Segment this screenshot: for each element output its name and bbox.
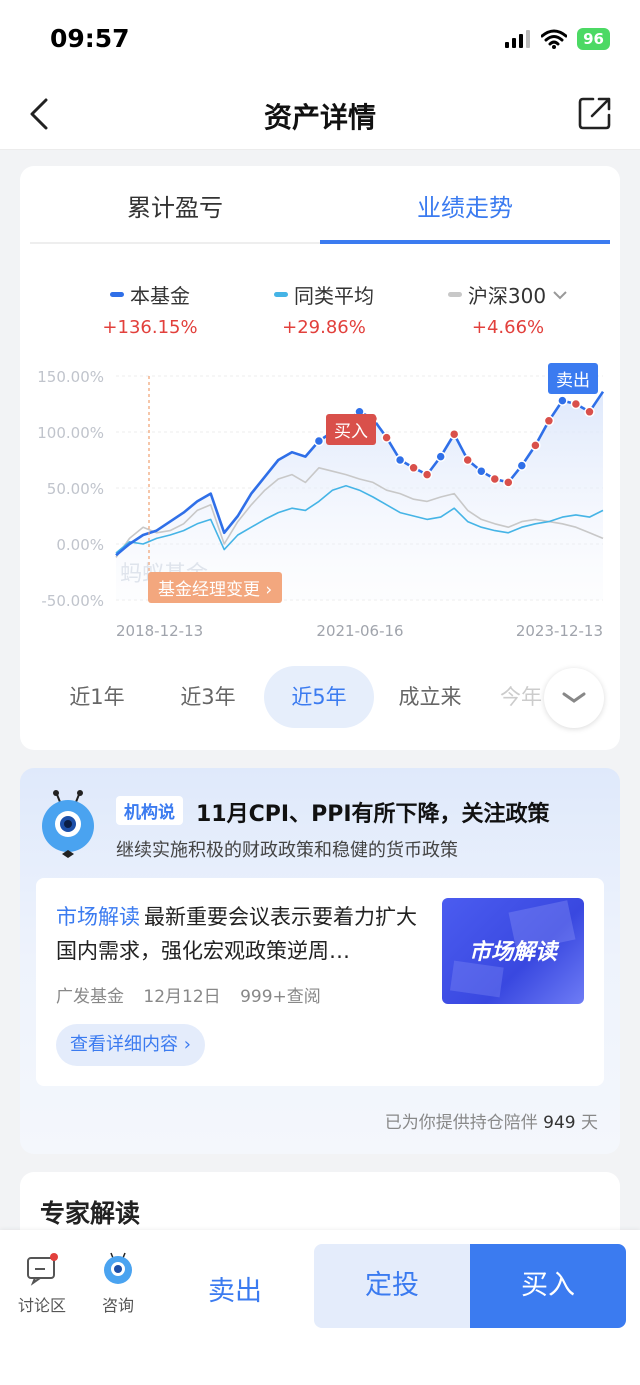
companion-days: 949 bbox=[543, 1113, 576, 1133]
consult-button[interactable]: 咨询 bbox=[88, 1252, 148, 1316]
holding-companion-text: 已为你提供持仓陪伴 949 天 bbox=[385, 1108, 598, 1133]
battery-indicator: 96 bbox=[577, 28, 610, 50]
buy-marker bbox=[408, 462, 419, 474]
article-views: 999+查阅 bbox=[240, 987, 321, 1007]
period-1y[interactable]: 近1年 bbox=[42, 666, 152, 728]
sell-marker bbox=[516, 460, 528, 471]
y-tick-label: 150.00% bbox=[37, 368, 104, 386]
buy-marker bbox=[421, 469, 433, 480]
legend-value: +29.86% bbox=[282, 317, 366, 338]
legend-value: +136.15% bbox=[102, 317, 198, 338]
status-time: 09:57 bbox=[50, 24, 130, 53]
chevron-down-icon bbox=[553, 290, 567, 299]
performance-card: 累计盈亏 业绩走势 本基金 +136.15% 同类平均 +29.86% 沪深30… bbox=[20, 166, 620, 750]
news-headline[interactable]: 11月CPI、PPI有所下降，关注政策 bbox=[196, 796, 550, 828]
wifi-icon bbox=[541, 29, 568, 49]
article-date: 12月12日 bbox=[143, 987, 221, 1007]
buy-marker bbox=[530, 440, 541, 451]
page-title: 资产详情 bbox=[263, 101, 376, 134]
article-thumbnail: 市场解读 bbox=[442, 898, 584, 1004]
status-icons: 96 bbox=[505, 28, 610, 50]
active-tab-indicator bbox=[320, 240, 610, 244]
share-icon[interactable] bbox=[576, 94, 614, 132]
period-5y[interactable]: 近5年 bbox=[264, 666, 374, 728]
sell-marker bbox=[476, 465, 487, 477]
navbar: 资产详情 bbox=[0, 80, 640, 150]
buy-marker bbox=[570, 398, 582, 410]
sell-marker bbox=[435, 451, 446, 462]
companion-prefix: 已为你提供持仓陪伴 bbox=[384, 1113, 538, 1133]
status-bar: 09:57 96 bbox=[0, 0, 640, 80]
legend-value: +4.66% bbox=[471, 317, 545, 338]
institution-news-card: 机构说 11月CPI、PPI有所下降，关注政策 继续实施积极的财政政策和稳健的货… bbox=[20, 768, 620, 1154]
sell-marker bbox=[313, 435, 325, 447]
manager-change-label: 基金经理变更 bbox=[158, 580, 260, 600]
buy-tag: 买入 bbox=[326, 414, 376, 445]
legend-swatch bbox=[110, 292, 124, 297]
article-source: 广发基金 bbox=[56, 987, 124, 1007]
x-tick-label: 2018-12-13 bbox=[116, 622, 203, 640]
bottom-action-bar: 讨论区 咨询 卖出 定投 买入 bbox=[0, 1230, 640, 1385]
expert-title: 专家解读 bbox=[40, 1199, 141, 1228]
view-details-label: 查看详细内容 bbox=[70, 1034, 178, 1055]
buy-marker bbox=[503, 477, 514, 488]
legend-label: 沪深300 bbox=[467, 284, 547, 308]
mascot-icon bbox=[42, 790, 94, 858]
y-tick-label: 50.00% bbox=[47, 480, 104, 498]
thumbnail-label: 市场解读 bbox=[468, 940, 557, 965]
legend-label: 同类平均 bbox=[294, 284, 374, 308]
legend-csi300[interactable]: 沪深300 +4.66% bbox=[408, 280, 608, 338]
legend-swatch bbox=[447, 292, 462, 297]
period-since-inception[interactable]: 成立来 bbox=[375, 666, 485, 728]
y-tick-label: -50.00% bbox=[41, 592, 104, 610]
article-card[interactable]: 市场解读 最新重要会议表示要着力扩大国内需求，强化宏观政策逆周… 广发基金 12月… bbox=[36, 878, 604, 1086]
legend-peer-average: 同类平均 +29.86% bbox=[224, 280, 424, 338]
expand-periods-button[interactable] bbox=[544, 668, 604, 728]
article-text: 市场解读 最新重要会议表示要着力扩大国内需求，强化宏观政策逆周… bbox=[56, 900, 426, 968]
mascot-icon bbox=[101, 1252, 135, 1286]
legend-label: 本基金 bbox=[130, 284, 190, 308]
x-tick-label: 2021-06-16 bbox=[316, 622, 403, 640]
buy-marker bbox=[381, 432, 392, 443]
sell-tag: 卖出 bbox=[548, 363, 598, 394]
buy-marker bbox=[543, 415, 555, 427]
chevron-down-icon bbox=[562, 692, 586, 703]
buy-marker bbox=[448, 428, 460, 440]
view-details-button[interactable]: 查看详细内容 › bbox=[56, 1024, 205, 1066]
discuss-label: 讨论区 bbox=[17, 1296, 66, 1315]
tab-cumulative-pnl[interactable]: 累计盈亏 bbox=[30, 188, 320, 223]
signal-icon bbox=[505, 30, 531, 48]
sell-marker bbox=[557, 395, 568, 406]
tab-bar: 累计盈亏 业绩走势 bbox=[30, 166, 610, 244]
performance-chart: 150.00% 100.00% 50.00% 0.00% -50.00% 2018-12-… bbox=[37, 368, 605, 640]
legend-swatch bbox=[274, 292, 288, 297]
buy-marker bbox=[462, 454, 473, 466]
consult-label: 咨询 bbox=[101, 1296, 134, 1315]
news-badge: 机构说 bbox=[116, 796, 183, 825]
sell-button[interactable]: 卖出 bbox=[180, 1250, 290, 1334]
discuss-button[interactable]: 讨论区 bbox=[12, 1252, 72, 1316]
news-subtitle: 继续实施积极的财政政策和稳健的货币政策 bbox=[116, 840, 458, 861]
period-3y[interactable]: 近3年 bbox=[153, 666, 263, 728]
tab-performance-trend[interactable]: 业绩走势 bbox=[320, 188, 610, 223]
sell-marker bbox=[394, 454, 406, 466]
manager-change-tag[interactable]: 基金经理变更 › bbox=[148, 572, 283, 603]
buy-marker bbox=[489, 473, 501, 485]
period-selector: 近1年 近3年 近5年 成立来 今年 bbox=[20, 666, 620, 730]
legend-this-fund: 本基金 +136.15% bbox=[50, 280, 250, 338]
discuss-icon bbox=[25, 1252, 59, 1286]
buy-button[interactable]: 买入 bbox=[470, 1244, 626, 1328]
article-meta: 广发基金 12月12日 999+查阅 bbox=[56, 982, 335, 1007]
companion-suffix: 天 bbox=[581, 1113, 598, 1133]
x-tick-label: 2023-12-13 bbox=[516, 622, 603, 640]
y-tick-label: 0.00% bbox=[56, 536, 104, 554]
buy-marker bbox=[584, 406, 595, 418]
y-tick-label: 100.00% bbox=[37, 424, 104, 442]
article-tag: 市场解读 bbox=[56, 905, 140, 929]
auto-invest-button[interactable]: 定投 bbox=[314, 1244, 470, 1328]
